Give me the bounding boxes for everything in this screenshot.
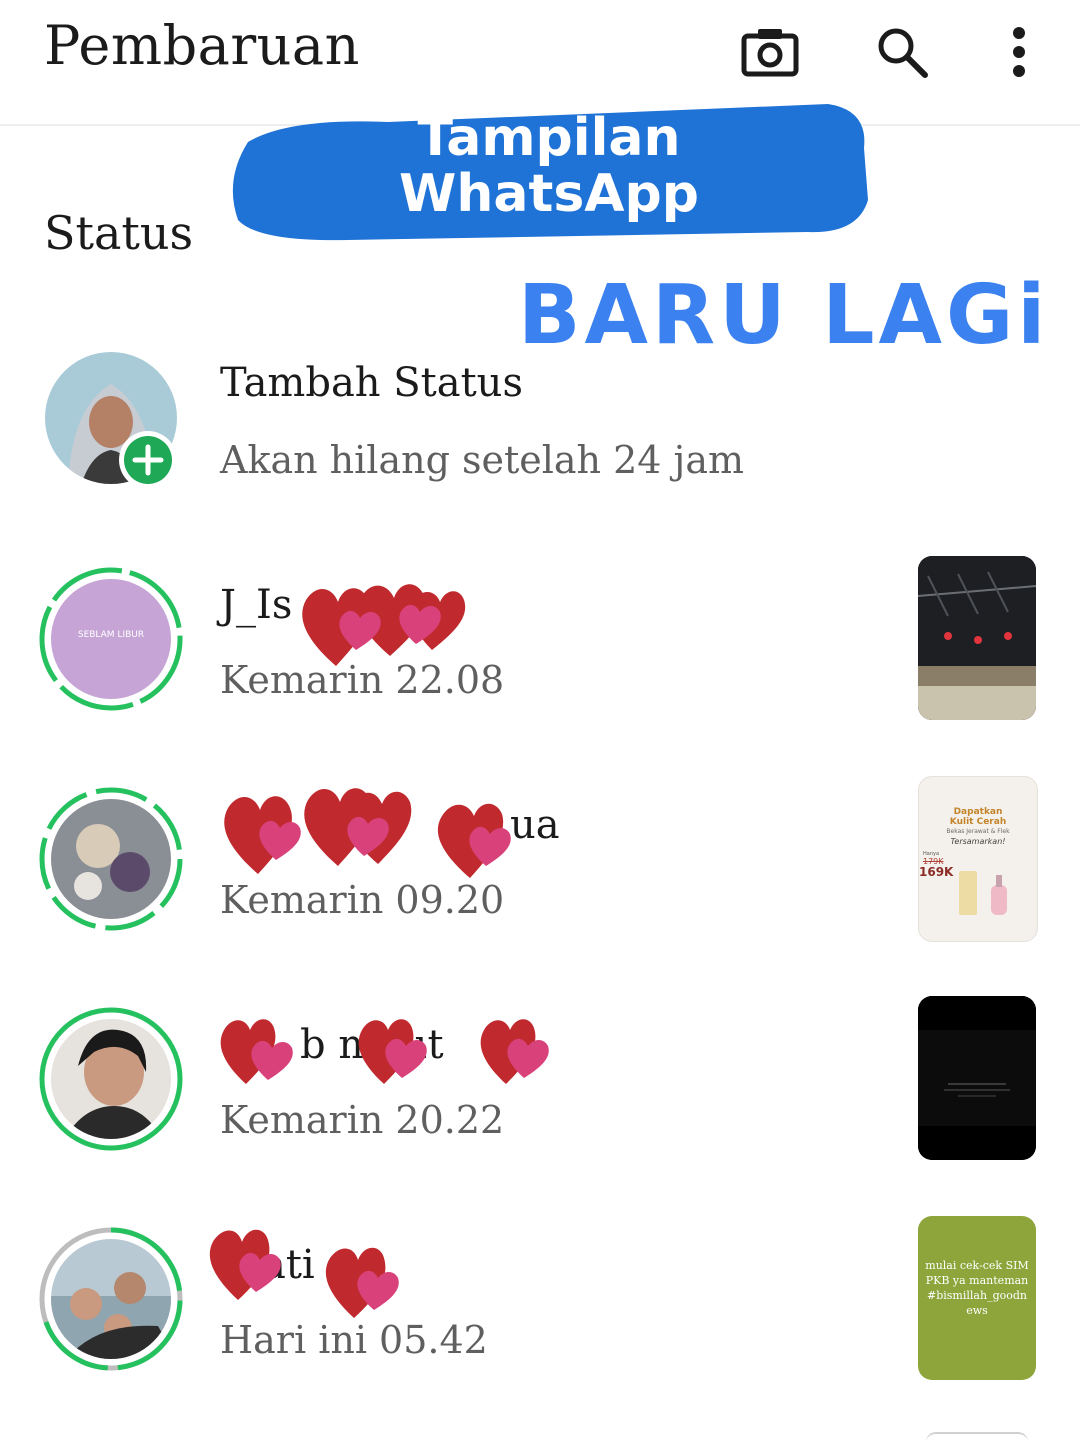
status-time: Kemarin 20.22 — [220, 1098, 505, 1142]
status-avatar — [38, 1006, 184, 1152]
banner-subtitle: BARU LAGi — [518, 268, 1050, 363]
thumb-line-3: Bekas Jerawat & Flek — [946, 828, 1010, 835]
status-thumbnail[interactable] — [918, 556, 1036, 720]
my-status-title: Tambah Status — [220, 360, 523, 406]
section-title-status: Status — [44, 206, 194, 260]
status-thumbnail[interactable]: mulai cek-cek SIMPKB ya manteman #bismil… — [918, 1216, 1036, 1380]
my-status-subtitle: Akan hilang setelah 24 jam — [220, 438, 745, 482]
status-name: J_Is — [220, 582, 293, 628]
thumb-line-4: Tersamarkan! — [950, 837, 1006, 846]
status-time: Hari ini 05.42 — [220, 1318, 488, 1362]
status-avatar — [38, 786, 184, 932]
status-time: Kemarin 09.20 — [220, 878, 505, 922]
page-title: Pembaruan — [44, 14, 360, 77]
thumb-heading-1: Dapatkan — [953, 807, 1003, 817]
add-status-icon[interactable] — [118, 430, 178, 490]
status-row[interactable]: ati Hari ini 05.42 mulai cek-cek SIMPKB … — [0, 1216, 1080, 1426]
search-icon[interactable] — [870, 20, 934, 84]
status-avatar — [38, 1226, 184, 1372]
banner-line-2: WhatsApp — [399, 164, 699, 224]
more-vert-icon[interactable] — [987, 20, 1051, 84]
banner-text: Tampilan WhatsApp — [228, 110, 870, 222]
thumb-heading-2: Kulit Cerah — [949, 817, 1007, 827]
next-thumbnail-edge — [926, 1432, 1028, 1444]
status-thumbnail[interactable]: Dapatkan Kulit Cerah Bekas Jerawat & Fle… — [918, 776, 1038, 942]
heart-stickers-icon — [220, 1019, 549, 1084]
heart-stickers-icon — [302, 584, 466, 666]
avatar-caption: SEBLAM LIBUR — [77, 630, 145, 640]
status-row[interactable]: b mi ut Kemarin 20.22 — [0, 996, 1080, 1206]
status-row[interactable]: SEBLAM LIBUR J_Is Kemarin 22.08 — [0, 556, 1080, 766]
heart-stickers-icon — [224, 788, 511, 878]
status-avatar: SEBLAM LIBUR — [38, 566, 184, 712]
status-thumbnail[interactable] — [918, 996, 1036, 1160]
my-status-row[interactable]: Tambah Status Akan hilang setelah 24 jam — [0, 350, 1080, 550]
heart-stickers-icon — [209, 1229, 399, 1318]
thumb-text: mulai cek-cek SIMPKB ya manteman #bismil… — [925, 1259, 1029, 1317]
status-row[interactable]: ua Kemarin 09.20 Dapatkan Kulit Cerah Be… — [0, 776, 1080, 986]
camera-icon[interactable] — [738, 20, 802, 84]
banner-line-1: Tampilan — [417, 108, 681, 168]
